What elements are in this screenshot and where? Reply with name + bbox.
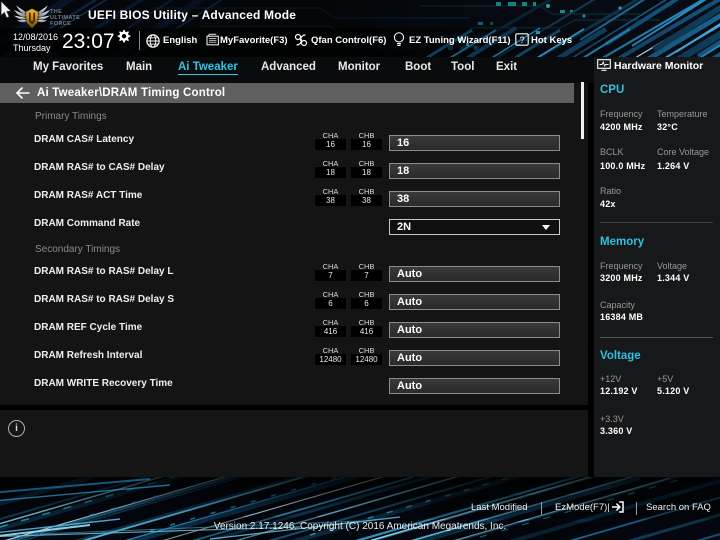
svg-text:?: ? xyxy=(519,35,524,45)
